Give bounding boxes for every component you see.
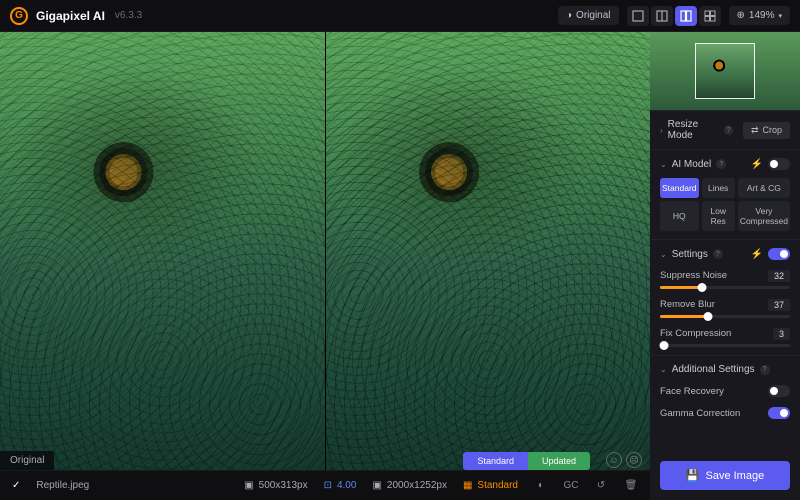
model-option-very-compressed[interactable]: Very Compressed [738, 201, 790, 231]
resize-mode-label: Resize Mode [668, 119, 719, 141]
view-sidebyside-button[interactable] [675, 6, 697, 26]
view-mode-group [627, 6, 721, 26]
status-updated: Updated [528, 452, 590, 470]
bolt-icon: ⚡ [751, 159, 763, 170]
model-option-lines[interactable]: Lines [702, 178, 735, 198]
feedback-frown-icon[interactable]: ☹ [626, 452, 642, 468]
help-icon[interactable]: ? [713, 249, 723, 259]
section-settings: ⌄ Settings ? ⚡ Suppress Noise 32 Remove B… [650, 239, 800, 355]
crop-icon: ⇄ [751, 125, 759, 136]
settings-header[interactable]: ⌄ Settings ? ⚡ [660, 248, 790, 260]
chevron-down-icon: ⌄ [660, 160, 667, 169]
fix-compression-row: Fix Compression 3 [660, 328, 790, 347]
gamma-toggle[interactable] [768, 407, 790, 419]
status-standard: Standard [463, 452, 528, 470]
ai-model-label: AI Model [672, 159, 711, 170]
status-pill: Standard Updated [463, 452, 590, 470]
chevron-down-icon: ⌄ [660, 250, 667, 259]
model-badge: ▦ Standard [463, 480, 518, 491]
save-image-button[interactable]: 💾 Save Image [660, 461, 790, 490]
canvas-area: Original Standard Updated ☺ ☹ ✓ Reptile.… [0, 32, 650, 500]
chevron-down-icon: ▾ [778, 12, 782, 20]
fix-compression-slider[interactable] [660, 344, 790, 347]
preview-navigator[interactable] [650, 32, 800, 110]
app-logo: G [10, 7, 28, 25]
sidebar: › Resize Mode ? ⇄ Crop ⌄ AI Model ? ⚡ St… [650, 32, 800, 500]
app-version: v6.3.3 [115, 10, 142, 21]
eye-icon: ◑ [566, 10, 572, 21]
help-icon[interactable]: ? [760, 365, 770, 375]
save-icon: 💾 [686, 469, 700, 482]
additional-header[interactable]: ⌄ Additional Settings ? [660, 364, 790, 375]
chevron-right-icon: › [660, 126, 663, 135]
ai-model-auto-toggle[interactable] [768, 158, 790, 170]
pane-original: Original [0, 32, 325, 470]
chevron-down-icon: ⌄ [660, 365, 667, 374]
suppress-noise-slider[interactable] [660, 286, 790, 289]
filename: Reptile.jpeg [36, 480, 89, 491]
original-toggle[interactable]: ◑ Original [558, 6, 619, 25]
output-dims: ▣ 2000x1252px [372, 480, 447, 491]
source-dims: ▣ 500x313px [244, 480, 307, 491]
fix-compression-value: 3 [773, 328, 790, 340]
help-icon[interactable]: ? [724, 125, 733, 135]
scale-icon: ⊡ [324, 480, 332, 491]
settings-auto-toggle[interactable] [768, 248, 790, 260]
model-option-low-res[interactable]: Low Res [702, 201, 735, 231]
suppress-noise-row: Suppress Noise 32 [660, 270, 790, 289]
section-ai-model: ⌄ AI Model ? ⚡ StandardLinesArt & CG HQLo… [650, 149, 800, 239]
section-resize-mode: › Resize Mode ? ⇄ Crop [650, 110, 800, 149]
original-label: Original [576, 10, 610, 21]
face-recovery-toggle[interactable] [768, 385, 790, 397]
model-option-art-cg[interactable]: Art & CG [738, 178, 790, 198]
ai-model-header[interactable]: ⌄ AI Model ? ⚡ [660, 158, 790, 170]
section-additional: ⌄ Additional Settings ? Face Recovery Ga… [650, 355, 800, 427]
additional-label: Additional Settings [672, 364, 755, 375]
save-label: Save Image [706, 470, 765, 482]
pane-label-original: Original [0, 451, 54, 470]
topbar: G Gigapixel AI v6.3.3 ◑ Original ⊕ 149% … [0, 0, 800, 32]
zoom-dropdown[interactable]: ⊕ 149% ▾ [729, 6, 790, 25]
resize-mode-header[interactable]: › Resize Mode ? ⇄ Crop [660, 119, 790, 141]
pane-processed: Standard Updated ☺ ☹ [325, 32, 651, 470]
bottombar: ✓ Reptile.jpeg ▣ 500x313px ⊡ 4.00 ▣ 2000… [0, 470, 650, 500]
remove-blur-slider[interactable] [660, 315, 790, 318]
scale-factor: ⊡ 4.00 [324, 480, 357, 491]
model-icon: ▦ [463, 480, 472, 491]
zoom-value: 149% [749, 10, 775, 21]
model-grid: StandardLinesArt & CG HQLow ResVery Compr… [660, 178, 790, 231]
trash-icon[interactable]: 🗑 [624, 479, 638, 493]
reset-icon[interactable]: ↺ [594, 479, 608, 493]
fix-compression-label: Fix Compression [660, 328, 731, 340]
gc-label: GC [564, 479, 578, 493]
gamma-label: Gamma Correction [660, 408, 740, 419]
help-icon[interactable]: ? [716, 159, 726, 169]
contrast-icon[interactable]: ◐ [534, 479, 548, 493]
model-option-hq[interactable]: HQ [660, 201, 699, 231]
zoom-icon: ⊕ [737, 10, 745, 21]
remove-blur-row: Remove Blur 37 [660, 299, 790, 318]
face-recovery-label: Face Recovery [660, 386, 724, 397]
image-icon: ▣ [244, 480, 253, 491]
settings-label: Settings [672, 249, 708, 260]
feedback-smile-icon[interactable]: ☺ [606, 452, 622, 468]
app-title: Gigapixel AI [36, 9, 105, 23]
model-option-standard[interactable]: Standard [660, 178, 699, 198]
view-grid-button[interactable] [699, 6, 721, 26]
bolt-icon: ⚡ [751, 249, 763, 260]
view-single-button[interactable] [627, 6, 649, 26]
remove-blur-label: Remove Blur [660, 299, 715, 311]
crop-button[interactable]: ⇄ Crop [743, 122, 790, 139]
remove-blur-value: 37 [768, 299, 790, 311]
view-split-button[interactable] [651, 6, 673, 26]
suppress-noise-value: 32 [768, 270, 790, 282]
compare-view[interactable]: Original Standard Updated ☺ ☹ [0, 32, 650, 470]
suppress-noise-label: Suppress Noise [660, 270, 727, 282]
check-icon: ✓ [12, 480, 20, 491]
image-icon: ▣ [372, 480, 381, 491]
